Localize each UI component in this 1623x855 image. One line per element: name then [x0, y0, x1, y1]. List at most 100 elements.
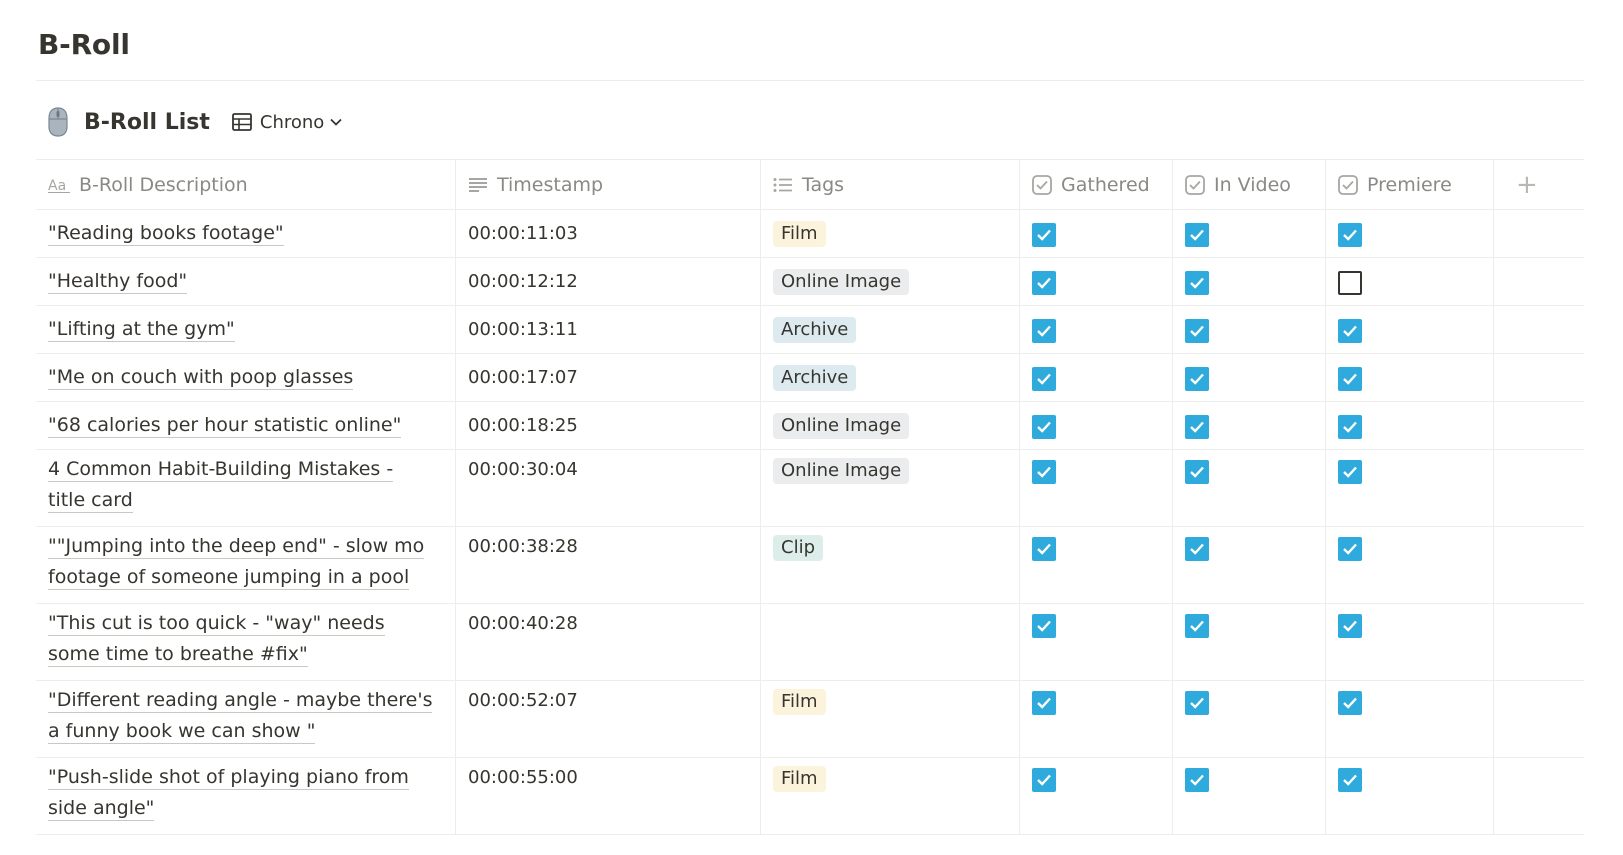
gathered-checkbox[interactable] — [1032, 319, 1056, 343]
column-header-timestamp[interactable]: Timestamp — [456, 160, 761, 209]
description-text[interactable]: ""Jumping into the deep end" - slow mo fo… — [48, 531, 425, 593]
table-row[interactable]: 4 Common Habit-Building Mistakes - title … — [36, 450, 1584, 527]
tags-cell[interactable]: Film — [761, 210, 1020, 257]
table-row[interactable]: "Different reading angle - maybe there's… — [36, 681, 1584, 758]
description-text[interactable]: "Push-slide shot of playing piano from si… — [48, 762, 409, 824]
column-label: Timestamp — [497, 173, 604, 196]
premiere-checkbox[interactable] — [1338, 271, 1362, 295]
tags-cell[interactable]: Online Image — [761, 402, 1020, 449]
add-column-button[interactable]: + — [1494, 160, 1584, 209]
description-cell[interactable]: "Reading books footage" — [36, 210, 456, 257]
in-video-checkbox[interactable] — [1185, 460, 1209, 484]
gathered-checkbox[interactable] — [1032, 367, 1056, 391]
timestamp-cell[interactable]: 00:00:11:03 — [456, 210, 761, 257]
table-row[interactable]: "This cut is too quick - "way" needs some… — [36, 604, 1584, 681]
table-row[interactable]: "Reading books footage" 00:00:11:03 Film — [36, 210, 1584, 258]
premiere-checkbox[interactable] — [1338, 367, 1362, 391]
in-video-checkbox[interactable] — [1185, 271, 1209, 295]
premiere-checkbox[interactable] — [1338, 691, 1362, 715]
gathered-checkbox[interactable] — [1032, 768, 1056, 792]
description-text[interactable]: "68 calories per hour statistic online" — [48, 410, 402, 441]
in-video-checkbox[interactable] — [1185, 691, 1209, 715]
description-text[interactable]: "Lifting at the gym" — [48, 314, 235, 345]
gathered-checkbox[interactable] — [1032, 223, 1056, 247]
timestamp-cell[interactable]: 00:00:17:07 — [456, 354, 761, 401]
timestamp-cell[interactable]: 00:00:55:00 — [456, 758, 761, 834]
database-title[interactable]: B-Roll List — [84, 110, 210, 135]
timestamp-cell[interactable]: 00:00:13:11 — [456, 306, 761, 353]
in-video-cell — [1173, 210, 1326, 257]
checkbox-icon — [1032, 174, 1052, 195]
empty-cell — [1494, 758, 1584, 834]
empty-cell — [1494, 527, 1584, 603]
tags-cell[interactable]: Film — [761, 758, 1020, 834]
column-header-description[interactable]: Aa B-Roll Description — [36, 160, 456, 209]
table-row[interactable]: "Lifting at the gym" 00:00:13:11 Archive — [36, 306, 1584, 354]
computer-mouse-icon[interactable] — [46, 107, 70, 137]
view-switcher[interactable]: Chrono — [231, 112, 342, 133]
table-row[interactable]: "Push-slide shot of playing piano from si… — [36, 758, 1584, 835]
in-video-checkbox[interactable] — [1185, 768, 1209, 792]
gathered-checkbox[interactable] — [1032, 415, 1056, 439]
gathered-checkbox[interactable] — [1032, 271, 1056, 295]
in-video-checkbox[interactable] — [1185, 614, 1209, 638]
description-text[interactable]: 4 Common Habit-Building Mistakes - title … — [48, 454, 394, 516]
timestamp-text: 00:00:13:11 — [468, 319, 578, 340]
column-header-tags[interactable]: Tags — [761, 160, 1020, 209]
description-cell[interactable]: "Me on couch with poop glasses — [36, 354, 456, 401]
in-video-checkbox[interactable] — [1185, 223, 1209, 247]
in-video-checkbox[interactable] — [1185, 319, 1209, 343]
tags-cell[interactable]: Archive — [761, 306, 1020, 353]
tags-cell[interactable] — [761, 604, 1020, 680]
description-cell[interactable]: 4 Common Habit-Building Mistakes - title … — [36, 450, 456, 526]
table-row[interactable]: "Me on couch with poop glasses 00:00:17:0… — [36, 354, 1584, 402]
in-video-checkbox[interactable] — [1185, 415, 1209, 439]
description-cell[interactable]: "68 calories per hour statistic online" — [36, 402, 456, 449]
description-text[interactable]: "Reading books footage" — [48, 218, 284, 249]
column-header-premiere[interactable]: Premiere — [1326, 160, 1494, 209]
tags-cell[interactable]: Clip — [761, 527, 1020, 603]
tags-cell[interactable]: Online Image — [761, 258, 1020, 305]
description-cell[interactable]: "Different reading angle - maybe there's… — [36, 681, 456, 757]
description-cell[interactable]: "Lifting at the gym" — [36, 306, 456, 353]
description-line: "Lifting at the gym" — [48, 318, 235, 342]
timestamp-cell[interactable]: 00:00:40:28 — [456, 604, 761, 680]
timestamp-cell[interactable]: 00:00:30:04 — [456, 450, 761, 526]
premiere-checkbox[interactable] — [1338, 415, 1362, 439]
gathered-checkbox[interactable] — [1032, 691, 1056, 715]
premiere-checkbox[interactable] — [1338, 460, 1362, 484]
description-cell[interactable]: ""Jumping into the deep end" - slow mo fo… — [36, 527, 456, 603]
in-video-checkbox[interactable] — [1185, 537, 1209, 561]
description-text[interactable]: "Me on couch with poop glasses — [48, 362, 354, 393]
timestamp-cell[interactable]: 00:00:18:25 — [456, 402, 761, 449]
tags-cell[interactable]: Film — [761, 681, 1020, 757]
description-cell[interactable]: "Push-slide shot of playing piano from si… — [36, 758, 456, 834]
description-text[interactable]: "Healthy food" — [48, 266, 188, 297]
premiere-cell — [1326, 527, 1494, 603]
database-header: B-Roll List Chrono — [46, 104, 342, 140]
table-row[interactable]: "Healthy food" 00:00:12:12 Online Image — [36, 258, 1584, 306]
description-cell[interactable]: "This cut is too quick - "way" needs some… — [36, 604, 456, 680]
timestamp-cell[interactable]: 00:00:12:12 — [456, 258, 761, 305]
column-header-in-video[interactable]: In Video — [1173, 160, 1326, 209]
premiere-checkbox[interactable] — [1338, 768, 1362, 792]
premiere-cell — [1326, 758, 1494, 834]
column-header-gathered[interactable]: Gathered — [1020, 160, 1173, 209]
tags-cell[interactable]: Archive — [761, 354, 1020, 401]
description-text[interactable]: "This cut is too quick - "way" needs some… — [48, 608, 385, 670]
description-text[interactable]: "Different reading angle - maybe there's… — [48, 685, 433, 747]
gathered-checkbox[interactable] — [1032, 614, 1056, 638]
tags-cell[interactable]: Online Image — [761, 450, 1020, 526]
timestamp-cell[interactable]: 00:00:52:07 — [456, 681, 761, 757]
premiere-checkbox[interactable] — [1338, 223, 1362, 247]
table-row[interactable]: ""Jumping into the deep end" - slow mo fo… — [36, 527, 1584, 604]
timestamp-cell[interactable]: 00:00:38:28 — [456, 527, 761, 603]
premiere-checkbox[interactable] — [1338, 537, 1362, 561]
description-cell[interactable]: "Healthy food" — [36, 258, 456, 305]
premiere-checkbox[interactable] — [1338, 319, 1362, 343]
premiere-checkbox[interactable] — [1338, 614, 1362, 638]
gathered-checkbox[interactable] — [1032, 537, 1056, 561]
gathered-checkbox[interactable] — [1032, 460, 1056, 484]
in-video-checkbox[interactable] — [1185, 367, 1209, 391]
table-row[interactable]: "68 calories per hour statistic online" 0… — [36, 402, 1584, 450]
